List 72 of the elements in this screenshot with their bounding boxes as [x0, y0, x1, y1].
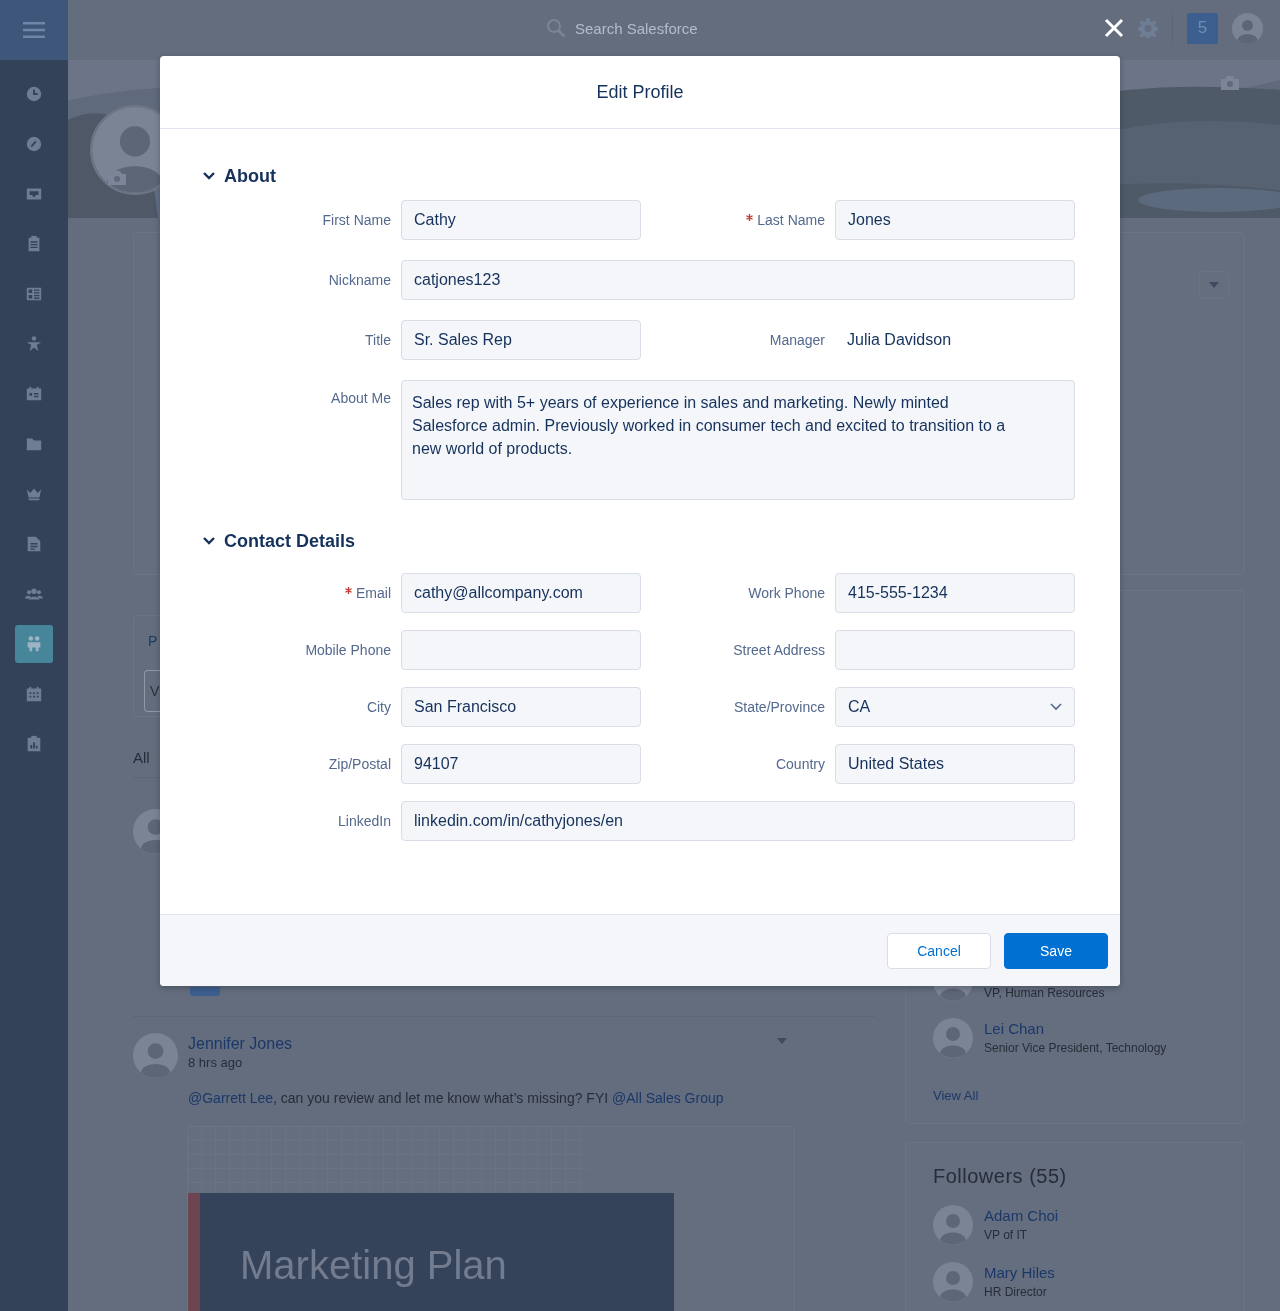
save-button[interactable]: Save	[1004, 932, 1108, 969]
select-field[interactable]: CA	[835, 687, 1075, 727]
text-field[interactable]: catjones123	[401, 260, 1075, 300]
person-title: Senior Vice President, Technology	[984, 1040, 1167, 1056]
gauge-icon	[25, 135, 43, 153]
followers-title: Followers (55)	[933, 1165, 1067, 1188]
camera-icon[interactable]	[108, 171, 126, 185]
field-label: Zip/Postal	[328, 756, 391, 772]
clipboard-chart-icon	[25, 735, 43, 753]
text-area[interactable]: Sales rep with 5+ years of experience in sales and marketing. Newly minted Salesforce admin. Previously worked in consumer tech and excited to transition to a new world of products.	[401, 380, 1075, 500]
field-label: Country	[775, 756, 825, 772]
field-label: Last Name	[757, 212, 825, 228]
text-field[interactable]: Jones	[835, 200, 1075, 240]
field-label: Nickname	[328, 272, 391, 288]
calendar-card-icon	[25, 385, 43, 403]
text-field[interactable]: 415-555-1234	[835, 573, 1075, 613]
slide-title: Marketing Plan	[240, 1243, 507, 1288]
field-label: First Name	[322, 212, 391, 228]
text-field[interactable]	[401, 630, 641, 670]
document-icon	[25, 535, 43, 553]
person-title: VP, Human Resources	[984, 985, 1105, 1001]
modal-title: Edit Profile	[596, 81, 684, 103]
field-label: Email	[356, 585, 391, 601]
calendar-icon	[25, 685, 43, 703]
avatar	[933, 1262, 973, 1302]
field-label: Mobile Phone	[305, 642, 391, 658]
close-icon[interactable]	[1104, 18, 1124, 38]
text-field[interactable]: Cathy	[401, 200, 641, 240]
text-field[interactable]: United States	[835, 744, 1075, 784]
post-text: @Garrett Lee, can you review and let me know what’s missing? FYI @All Sales Group	[188, 1090, 725, 1106]
field-label: Title	[365, 332, 391, 348]
figure-icon	[25, 335, 43, 353]
person-title: HR Director	[984, 1284, 1047, 1300]
menu-icon[interactable]	[23, 22, 45, 38]
caret-icon[interactable]	[777, 1038, 787, 1044]
field-label: Manager	[769, 332, 825, 348]
text-field[interactable]: linkedin.com/in/cathyjones/en	[401, 801, 1075, 841]
post-button[interactable]	[190, 987, 220, 996]
chevron-icon[interactable]	[203, 535, 215, 547]
caret-icon[interactable]	[1209, 282, 1219, 288]
field-value: Julia Davidson	[847, 331, 952, 349]
dropdown-button[interactable]	[1199, 271, 1229, 299]
text-field[interactable]: 94107	[401, 744, 641, 784]
search-icon	[546, 18, 566, 38]
field-label: About Me	[331, 390, 391, 406]
text-field[interactable]: cathy@allcompany.com	[401, 573, 641, 613]
cancel-button[interactable]: Cancel	[887, 932, 991, 969]
field-label: State/Province	[733, 699, 825, 715]
field-label: LinkedIn	[338, 813, 391, 829]
section-title[interactable]: Contact Details	[224, 530, 356, 552]
field-label: Street Address	[733, 642, 825, 658]
nav-item[interactable]	[15, 625, 53, 663]
chevron-icon[interactable]	[203, 170, 215, 182]
person-title: VP of IT	[984, 1227, 1028, 1243]
text-field[interactable]: San Francisco	[401, 687, 641, 727]
avatar	[933, 1205, 973, 1245]
field-label: Work Phone	[748, 585, 825, 601]
clock-icon	[25, 85, 43, 103]
avatar	[133, 1033, 178, 1078]
search-field[interactable]: Search Salesforce	[546, 18, 698, 38]
section-title[interactable]: About	[224, 165, 276, 187]
post-time: 8 hrs ago	[188, 1055, 243, 1070]
avatar	[1232, 12, 1263, 44]
text-field[interactable]	[835, 630, 1075, 670]
people-icon	[25, 635, 43, 653]
chevron-down-icon	[1050, 703, 1062, 711]
camera-icon[interactable]	[1221, 76, 1239, 90]
feed-filter[interactable]: All	[133, 749, 150, 767]
avatar	[933, 1018, 973, 1058]
list-icon	[25, 285, 43, 303]
text-field[interactable]: Sr. Sales Rep	[401, 320, 641, 360]
field-label: City	[366, 699, 391, 715]
